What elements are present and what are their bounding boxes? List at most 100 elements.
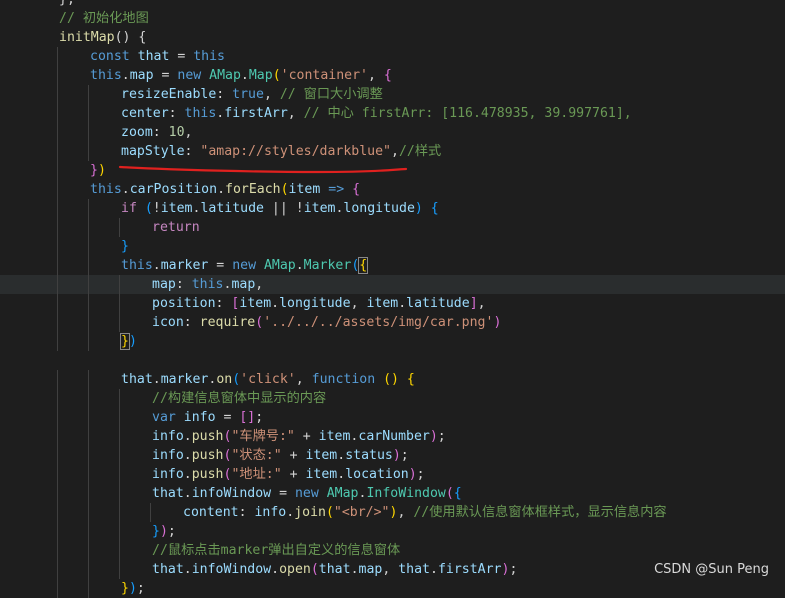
code-token: { <box>430 201 439 216</box>
code-token: } <box>121 581 129 596</box>
indent-guide <box>88 427 89 446</box>
code-line[interactable]: info.push("地址:" + item.location); <box>0 465 785 484</box>
code-token: info <box>152 467 184 482</box>
code-token: } <box>90 163 98 178</box>
code-text: resizeEnable: true, // 窗口大小调整 <box>121 85 383 104</box>
code-line[interactable]: that.infoWindow = new AMap.InfoWindow({ <box>0 484 785 503</box>
indent-guide <box>57 522 58 541</box>
code-token: item <box>303 201 336 216</box>
code-token: //样式 <box>398 144 442 159</box>
code-line[interactable]: }) <box>0 332 785 351</box>
code-token: = <box>271 486 295 501</box>
code-line[interactable]: if (!item.latitude || !item.longitude) { <box>0 199 785 218</box>
code-line[interactable]: // 初始化地图 <box>0 9 785 28</box>
code-token: zoom <box>121 125 153 140</box>
indent-guide <box>57 294 58 313</box>
code-editor[interactable]: },// 初始化地图initMap() {const that = thisth… <box>0 0 785 598</box>
code-line[interactable]: this.map = new AMap.Map('container', { <box>0 66 785 85</box>
code-line[interactable]: const that = this <box>0 47 785 66</box>
indent-guide <box>88 408 89 427</box>
code-token: : <box>238 505 255 520</box>
code-token: return <box>152 220 200 235</box>
code-token: that <box>152 562 184 577</box>
code-token: ; <box>255 410 264 425</box>
code-token: item <box>160 201 193 216</box>
code-token: new <box>232 258 264 273</box>
code-text: return <box>152 218 200 237</box>
code-line[interactable]: icon: require('../../../assets/img/car.p… <box>0 313 785 332</box>
code-token: // 窗口大小调整 <box>279 87 383 102</box>
code-line[interactable]: var info = []; <box>0 408 785 427</box>
code-token: } <box>152 524 160 539</box>
indent-guide <box>119 503 120 522</box>
code-token: item <box>366 296 399 311</box>
indent-guide <box>88 579 89 598</box>
watermark: CSDN @Sun Peng <box>654 562 769 577</box>
code-line[interactable]: }); <box>0 522 785 541</box>
code-token: ) <box>128 581 137 596</box>
code-token: center <box>121 106 169 121</box>
code-text: icon: require('../../../assets/img/car.p… <box>152 313 501 332</box>
indent-guide <box>119 522 120 541</box>
code-line[interactable]: } <box>0 237 785 256</box>
code-token: InfoWindow <box>366 486 446 501</box>
code-line[interactable]: }); <box>0 579 785 598</box>
indent-guide <box>57 256 58 275</box>
code-line[interactable]: this.marker = new AMap.Marker({ <box>0 256 785 275</box>
code-token: // 中心 firstArr: [116.478935, 39.997761], <box>303 106 632 121</box>
code-line[interactable]: }, <box>0 0 785 9</box>
code-line[interactable]: this.carPosition.forEach(item => { <box>0 180 785 199</box>
code-text: zoom: 10, <box>121 123 193 142</box>
code-line[interactable]: //构建信息窗体中显示的内容 <box>0 389 785 408</box>
code-line[interactable]: initMap() { <box>0 28 785 47</box>
indent-guide <box>119 275 120 294</box>
code-token: item <box>318 429 351 444</box>
code-token: info <box>152 429 184 444</box>
code-token: ( <box>445 486 454 501</box>
code-line[interactable]: zoom: 10, <box>0 123 785 142</box>
code-token: icon <box>152 315 184 330</box>
code-token: + <box>294 429 319 444</box>
code-line[interactable]: position: [item.longitude, item.latitude… <box>0 294 785 313</box>
code-token: that <box>137 49 170 64</box>
code-line[interactable]: //鼠标点击marker弹出自定义的信息窗体 <box>0 541 785 560</box>
code-text: that.infoWindow = new AMap.InfoWindow({ <box>152 484 462 503</box>
code-token: ] <box>469 296 478 311</box>
code-token: , <box>477 296 486 311</box>
code-token: ) <box>429 429 438 444</box>
code-line[interactable]: mapStyle: "amap://styles/darkblue",//样式 <box>0 142 785 161</box>
indent-guide <box>88 123 89 142</box>
code-token: longitude <box>343 201 415 216</box>
code-text: this.map = new AMap.Map('container', { <box>90 66 392 85</box>
code-token: Marker <box>303 258 352 273</box>
code-line[interactable]: map: this.map, <box>0 275 785 294</box>
code-token: , <box>184 125 193 140</box>
code-token: "车牌号:" <box>231 429 295 444</box>
code-text: }, <box>59 0 75 9</box>
code-token: . <box>271 296 280 311</box>
code-token: item <box>305 467 338 482</box>
indent-guide <box>57 332 58 351</box>
code-token: ) <box>159 524 168 539</box>
code-line[interactable]: content: info.join("<br/>"), //使用默认信息窗体框… <box>0 503 785 522</box>
red-underline-annotation <box>118 165 408 174</box>
indent-guide <box>88 389 89 408</box>
code-token: ! <box>295 201 304 216</box>
code-line[interactable]: that.marker.on('click', function () { <box>0 370 785 389</box>
code-token: content <box>183 505 239 520</box>
code-text: //构建信息窗体中显示的内容 <box>152 389 326 408</box>
code-token: join <box>294 505 326 520</box>
code-token: [] <box>239 410 256 425</box>
code-token: ) <box>392 448 401 463</box>
code-line[interactable] <box>0 351 785 370</box>
code-line[interactable]: resizeEnable: true, // 窗口大小调整 <box>0 85 785 104</box>
code-token: infoWindow <box>191 486 272 501</box>
code-line[interactable]: info.push("车牌号:" + item.carNumber); <box>0 427 785 446</box>
code-line[interactable]: info.push("状态:" + item.status); <box>0 446 785 465</box>
code-line[interactable]: return <box>0 218 785 237</box>
indent-guide <box>88 503 89 522</box>
indent-guide <box>57 370 58 389</box>
code-token: const <box>90 49 138 64</box>
code-line[interactable]: center: this.firstArr, // 中心 firstArr: [… <box>0 104 785 123</box>
code-token: = <box>169 49 194 64</box>
